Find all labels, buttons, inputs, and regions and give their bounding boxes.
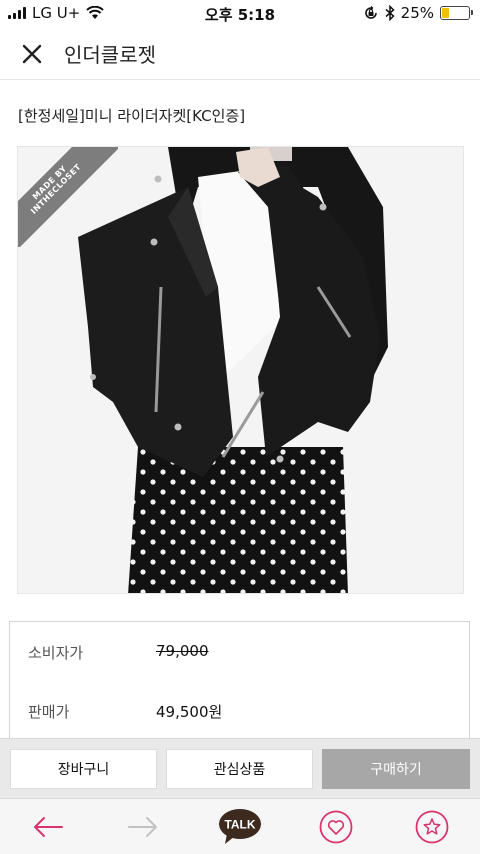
- header-title: 인더클로젯: [64, 43, 156, 67]
- status-bar: LG U+ 오후 5:18 25%: [0, 0, 480, 28]
- close-icon: [22, 44, 42, 63]
- arrow-left-icon: [34, 817, 63, 837]
- nav-wishlist-button[interactable]: [306, 799, 366, 854]
- app-header: 인더클로젯: [0, 28, 480, 80]
- consumer-price-row: 소비자가 79,000: [28, 642, 209, 663]
- arrow-right-icon: [128, 817, 157, 837]
- add-to-cart-button[interactable]: 장바구니: [10, 749, 157, 789]
- status-right: 25%: [363, 4, 473, 22]
- nav-favorite-button[interactable]: [402, 799, 462, 854]
- nav-forward-button[interactable]: [113, 799, 173, 854]
- badge-line-1: MADE BY: [30, 163, 69, 202]
- close-button[interactable]: [0, 28, 64, 80]
- consumer-price-label: 소비자가: [28, 644, 84, 662]
- sale-price-value: 49,500원: [156, 703, 223, 721]
- battery-level: [442, 8, 449, 18]
- battery-icon: [440, 6, 473, 20]
- consumer-price-value: 79,000: [156, 642, 209, 660]
- star-icon: [415, 810, 449, 844]
- action-bar: 장바구니 관심상품 구매하기: [0, 738, 480, 798]
- sale-price-label: 판매가: [28, 703, 70, 721]
- product-name: [한정세일]미니 라이더자켓[KC인증]: [18, 107, 246, 125]
- buy-now-button[interactable]: 구매하기: [322, 749, 470, 789]
- product-image[interactable]: MADE BY INTHECLOSET: [17, 146, 464, 594]
- bottom-nav: TALK: [0, 798, 480, 854]
- heart-icon: [319, 810, 353, 844]
- nav-kakao-talk-button[interactable]: TALK: [210, 799, 270, 854]
- talk-label: TALK: [224, 818, 255, 832]
- sale-price-row: 판매가 49,500원: [28, 701, 222, 722]
- battery-percent: 25%: [400, 4, 434, 22]
- orientation-lock-icon: [364, 5, 377, 19]
- kakao-talk-icon: TALK: [219, 809, 261, 844]
- made-by-badge: MADE BY INTHECLOSET: [18, 147, 118, 247]
- bluetooth-icon: [385, 5, 395, 21]
- nav-back-button[interactable]: [18, 799, 78, 854]
- wishlist-button[interactable]: 관심상품: [166, 749, 313, 789]
